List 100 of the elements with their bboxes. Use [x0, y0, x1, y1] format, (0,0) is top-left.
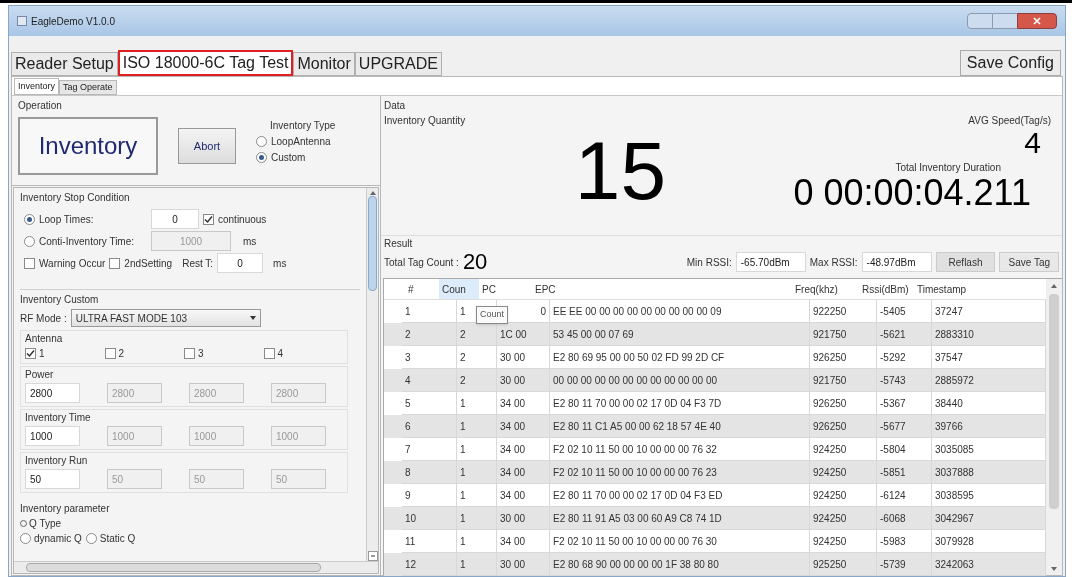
field-label: Total Inventory Duration — [895, 161, 1001, 175]
speed-value: 4 — [1024, 128, 1041, 158]
radio-button[interactable] — [20, 533, 31, 544]
checkbox[interactable] — [109, 257, 121, 269]
group-title: Antenna — [25, 333, 63, 344]
unit-label: ms — [273, 256, 287, 271]
input-field[interactable]: 0 — [217, 253, 264, 273]
column-header[interactable]: EPC — [532, 279, 792, 299]
table-cell: 925250 — [810, 553, 877, 576]
input-field[interactable]: 0 — [151, 209, 199, 229]
abort-button[interactable]: Abort — [178, 128, 236, 164]
column-header[interactable]: # — [384, 279, 439, 299]
tab[interactable]: Inventory — [14, 78, 60, 95]
scroll-down-icon[interactable] — [1051, 567, 1057, 571]
radio-button[interactable] — [24, 235, 35, 247]
field-label: AVG Speed(Tag/s) — [968, 114, 1051, 128]
input-field[interactable]: 2800 — [25, 383, 80, 403]
duration-value: 0 00:00:04.211 — [793, 175, 1031, 211]
table-cell: -5739 — [877, 553, 932, 576]
checkbox[interactable] — [104, 348, 116, 359]
checkbox-label: Warning Occur — [39, 256, 106, 271]
rf-mode-dropdown[interactable]: ULTRA FAST MODE 103 — [70, 309, 261, 327]
group-title: Inventory Time — [25, 412, 91, 423]
horizontal-scrollbar[interactable] — [14, 561, 378, 573]
tab[interactable]: ISO 18000-6C Tag Test — [117, 50, 294, 76]
checkbox-label: 2ndSetting — [124, 256, 173, 271]
tab[interactable]: UPGRADE — [354, 52, 442, 76]
checkbox-label: continuous — [218, 212, 267, 227]
vertical-scrollbar[interactable] — [366, 188, 378, 561]
group-title: Inventory Run — [25, 455, 88, 466]
table-cell: E2 80 68 90 00 00 00 00 1F 38 80 80 — [550, 553, 810, 576]
group-title: Power — [25, 369, 54, 380]
column-header[interactable]: Rssi(dBm) — [859, 279, 914, 299]
checkbox-label: 2 — [118, 347, 125, 361]
minimize-icon[interactable] — [967, 13, 993, 29]
vertical-scrollbar[interactable] — [1046, 279, 1062, 575]
checkbox-label: 3 — [198, 347, 204, 361]
table-cell: 1 — [457, 553, 497, 576]
scroll-thumb[interactable] — [1049, 294, 1059, 509]
table-cell: 30 00 — [497, 553, 550, 576]
app-icon — [17, 16, 27, 26]
close-icon[interactable] — [1017, 13, 1057, 29]
checkbox[interactable] — [184, 348, 195, 359]
checkbox[interactable] — [24, 257, 35, 269]
input-field[interactable]: -65.70dBm — [735, 252, 806, 272]
total-tag-count: 20 — [462, 251, 488, 273]
group-title: Data — [384, 99, 407, 113]
option-label: Conti-Inventory Time: — [39, 234, 136, 249]
column-header[interactable]: PC — [479, 279, 532, 299]
group-title: Q Type — [29, 517, 62, 531]
scroll-thumb[interactable] — [368, 196, 377, 291]
field-label: RF Mode : — [20, 311, 67, 326]
scroll-thumb[interactable] — [26, 563, 321, 572]
field-label: Inventory Quantity — [384, 114, 467, 128]
refresh-button[interactable]: Reflash — [935, 252, 996, 272]
save-config-button[interactable]: Save Config — [959, 50, 1061, 76]
field-label: Max RSSI: — [809, 255, 858, 270]
radio-button[interactable] — [256, 135, 267, 147]
group-title: Operation — [18, 99, 63, 113]
checkbox[interactable] — [203, 213, 214, 225]
radio-button[interactable] — [24, 213, 35, 225]
option-label: Loop Times: — [39, 212, 95, 227]
field-label: Min RSSI: — [686, 255, 732, 270]
radio-label: LoopAntenna — [271, 134, 331, 149]
input-field[interactable]: 1000 — [25, 426, 80, 446]
field-label: Rest T: — [182, 256, 214, 271]
field-label: Total Tag Count : — [384, 255, 459, 270]
radio-label: Static Q — [99, 532, 136, 546]
checkbox[interactable] — [25, 348, 36, 359]
column-header[interactable]: Timestamp — [914, 279, 1046, 299]
group-title: Inventory Stop Condition — [20, 191, 131, 205]
group-title: Inventory Type — [270, 118, 336, 133]
inventory-button[interactable]: Inventory — [18, 117, 158, 175]
group-title: Inventory parameter — [20, 502, 111, 516]
inventory-quantity-value: 15 — [574, 130, 666, 212]
tooltip: Count — [476, 306, 509, 324]
maximize-icon[interactable] — [993, 13, 1017, 29]
dropdown-caret-icon — [249, 316, 256, 320]
checkbox-label: 4 — [277, 347, 284, 361]
group-title: Inventory Custom — [20, 293, 100, 307]
column-header[interactable]: Freq(khz) — [792, 279, 859, 299]
radio-button[interactable] — [85, 533, 97, 544]
column-header[interactable]: Coun — [439, 279, 479, 299]
radio-label: Custom — [271, 150, 306, 165]
scroll-down-icon[interactable] — [367, 551, 378, 561]
input-field[interactable]: -48.97dBm — [861, 252, 932, 272]
unit-label: ms — [243, 234, 257, 249]
checkbox[interactable] — [263, 348, 275, 359]
radio-button[interactable] — [256, 151, 267, 163]
window-title: EagleDemo V1.0.0 — [31, 14, 115, 29]
tab[interactable]: Reader Setup — [11, 52, 118, 76]
scroll-up-icon[interactable] — [1051, 284, 1057, 288]
tab[interactable]: Monitor — [293, 52, 355, 76]
save-tag-button[interactable]: Save Tag — [999, 252, 1059, 272]
input-field[interactable]: 50 — [25, 469, 80, 489]
table-cell: 12 — [402, 553, 457, 576]
group-title: Result — [384, 237, 414, 251]
checkbox-label: 1 — [39, 347, 45, 361]
tab[interactable]: Tag Operate — [59, 80, 117, 95]
radio-label: dynamic Q — [34, 532, 82, 546]
